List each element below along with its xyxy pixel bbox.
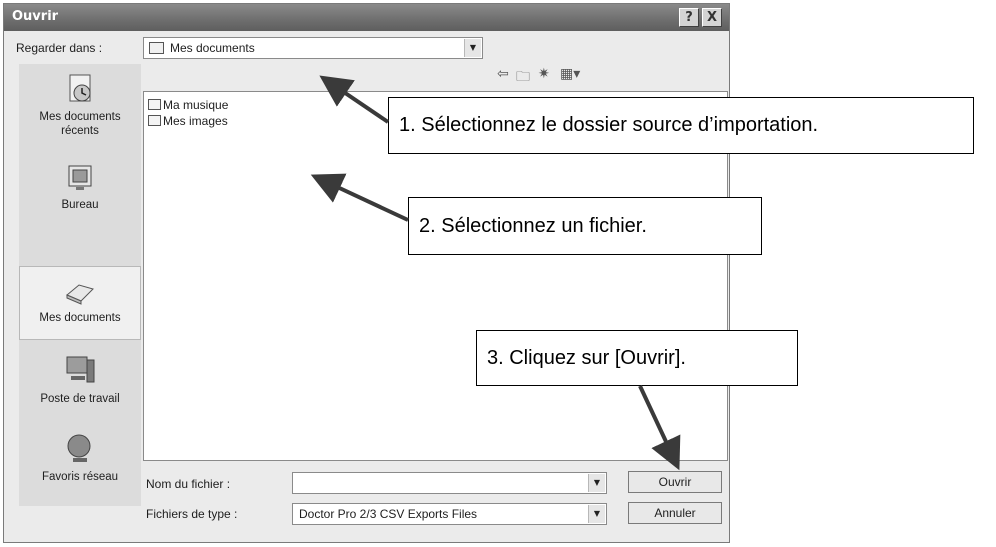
arrow-step-3 [638, 385, 681, 471]
arrow-step-1 [319, 75, 390, 124]
arrow-step-2 [310, 173, 409, 222]
callout-arrows [310, 75, 681, 471]
